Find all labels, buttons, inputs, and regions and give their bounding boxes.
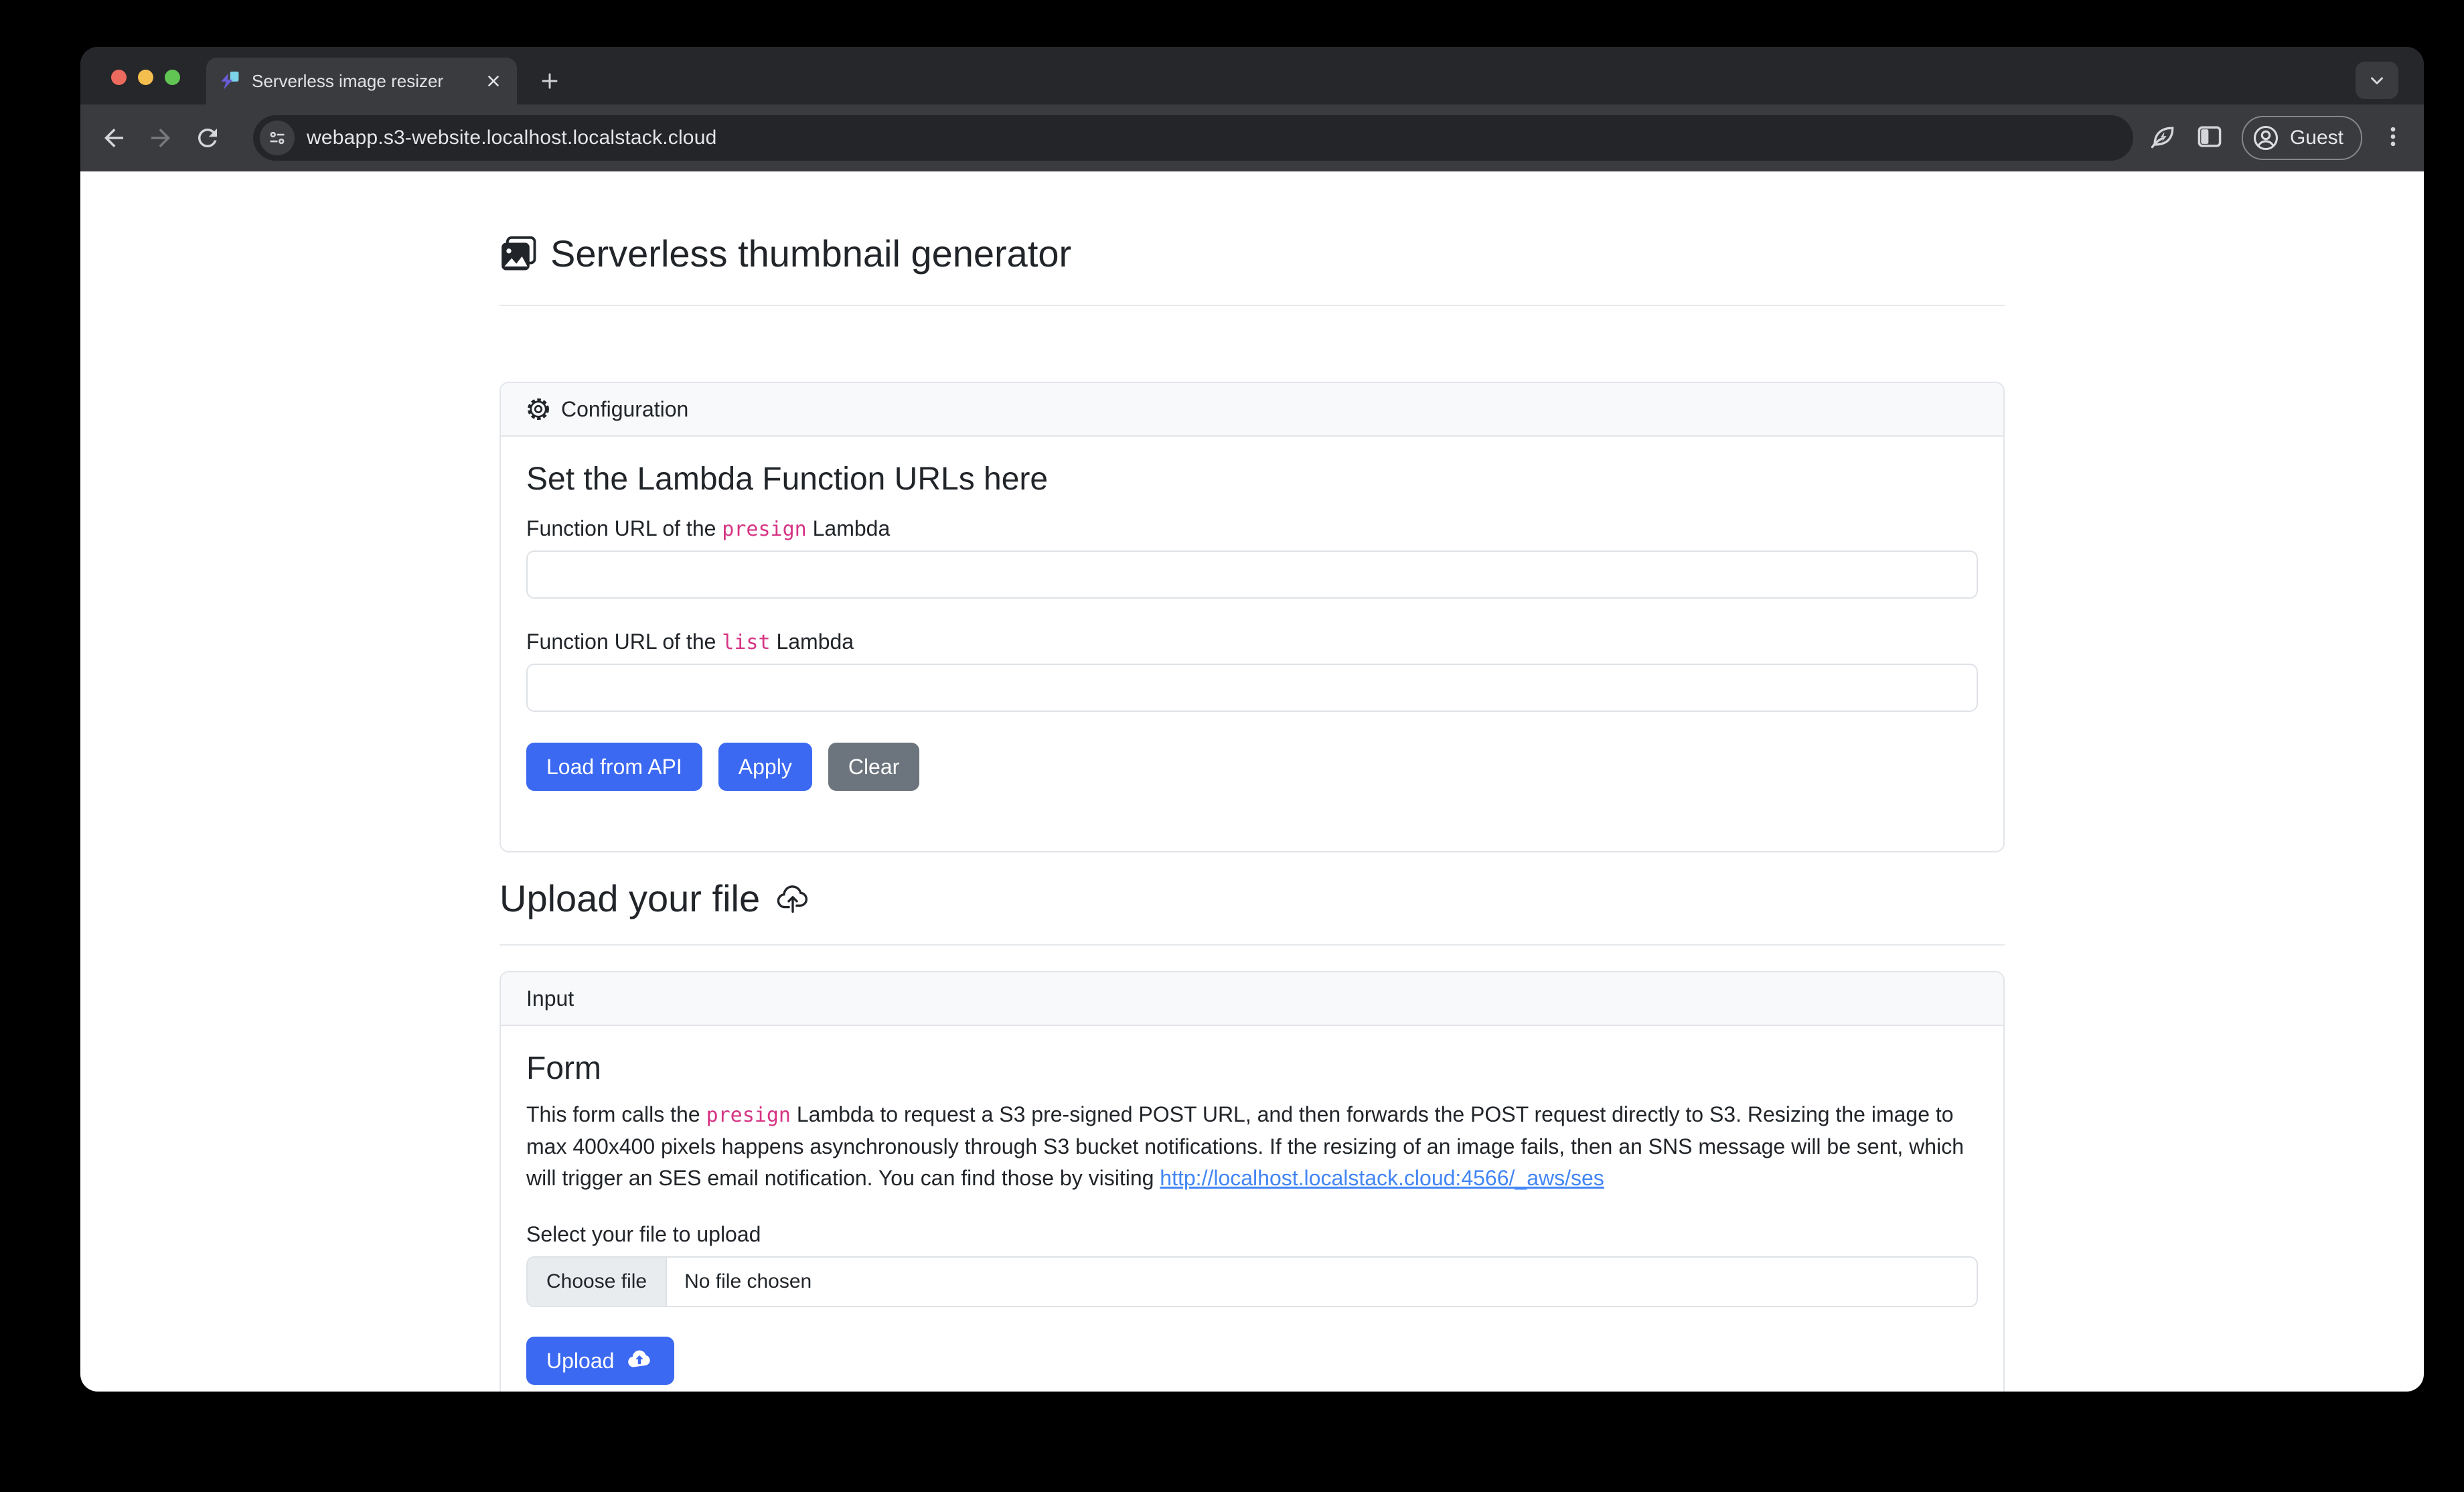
side-panel-icon[interactable]	[2195, 122, 2224, 155]
divider	[499, 305, 2005, 306]
clear-button[interactable]: Clear	[828, 743, 919, 791]
list-url-label: Function URL of the list Lambda	[526, 629, 1978, 654]
page-title: Serverless thumbnail generator	[499, 232, 2005, 275]
input-card-header: Input	[501, 972, 2003, 1026]
url-bar[interactable]: webapp.s3-website.localhost.localstack.c…	[253, 115, 2133, 161]
url-text: webapp.s3-website.localhost.localstack.c…	[307, 127, 716, 149]
browser-toolbar: webapp.s3-website.localhost.localstack.c…	[80, 104, 2424, 171]
load-from-api-button[interactable]: Load from API	[526, 743, 702, 791]
list-code: list	[722, 631, 770, 654]
localstack-favicon-icon	[218, 70, 241, 92]
form-heading: Form	[526, 1050, 1978, 1087]
forward-button[interactable]	[145, 122, 177, 154]
tab-serverless-image-resizer[interactable]: Serverless image resizer	[206, 58, 517, 104]
file-input[interactable]: Choose file No file chosen	[526, 1256, 1978, 1307]
profile-label: Guest	[2290, 127, 2343, 149]
lambda-urls-heading: Set the Lambda Function URLs here	[526, 461, 1978, 498]
images-icon	[499, 235, 537, 273]
form-description: This form calls the presign Lambda to re…	[526, 1099, 1978, 1194]
list-url-input[interactable]	[526, 664, 1978, 712]
upload-section-heading: Upload your file	[499, 877, 2005, 920]
apply-button[interactable]: Apply	[718, 743, 812, 791]
upload-button[interactable]: Upload	[526, 1337, 674, 1385]
cloud-arrow-up-icon	[625, 1346, 654, 1375]
choose-file-button[interactable]: Choose file	[528, 1258, 667, 1306]
cloud-upload-icon	[775, 881, 811, 917]
minimize-window-button[interactable]	[138, 70, 153, 85]
tab-title: Serverless image resizer	[252, 71, 482, 92]
input-card: Input Form This form calls the presign L…	[499, 971, 2005, 1392]
ses-link[interactable]: http://localhost.localstack.cloud:4566/_…	[1160, 1166, 1604, 1190]
tab-close-icon[interactable]	[482, 70, 505, 92]
browser-menu-icon[interactable]	[2380, 123, 2406, 153]
presign-url-input[interactable]	[526, 550, 1978, 599]
tab-search-chevron-button[interactable]	[2356, 62, 2398, 99]
reload-button[interactable]	[191, 122, 224, 154]
back-button[interactable]	[98, 122, 130, 154]
tab-strip: Serverless image resizer	[80, 47, 2424, 104]
new-tab-button[interactable]	[533, 64, 566, 98]
profile-chip[interactable]: Guest	[2242, 116, 2362, 160]
close-window-button[interactable]	[111, 70, 127, 85]
browser-window: Serverless image resizer	[80, 47, 2424, 1392]
configuration-card-header: Configuration	[501, 383, 2003, 437]
site-settings-icon[interactable]	[260, 121, 295, 155]
gear-icon	[526, 397, 550, 421]
file-status-text: No file chosen	[667, 1270, 829, 1293]
configuration-card: Configuration Set the Lambda Function UR…	[499, 382, 2005, 852]
zoom-window-button[interactable]	[165, 70, 180, 85]
presign-url-label: Function URL of the presign Lambda	[526, 516, 1978, 541]
divider	[499, 944, 2005, 946]
file-select-label: Select your file to upload	[526, 1222, 1978, 1247]
window-controls	[111, 70, 180, 85]
performance-leaf-icon[interactable]	[2148, 122, 2177, 155]
guest-avatar-icon	[2251, 123, 2281, 153]
presign-code: presign	[722, 518, 806, 541]
presign-code: presign	[706, 1104, 791, 1127]
page-content: Serverless thumbnail generator Configura…	[80, 171, 2424, 1392]
